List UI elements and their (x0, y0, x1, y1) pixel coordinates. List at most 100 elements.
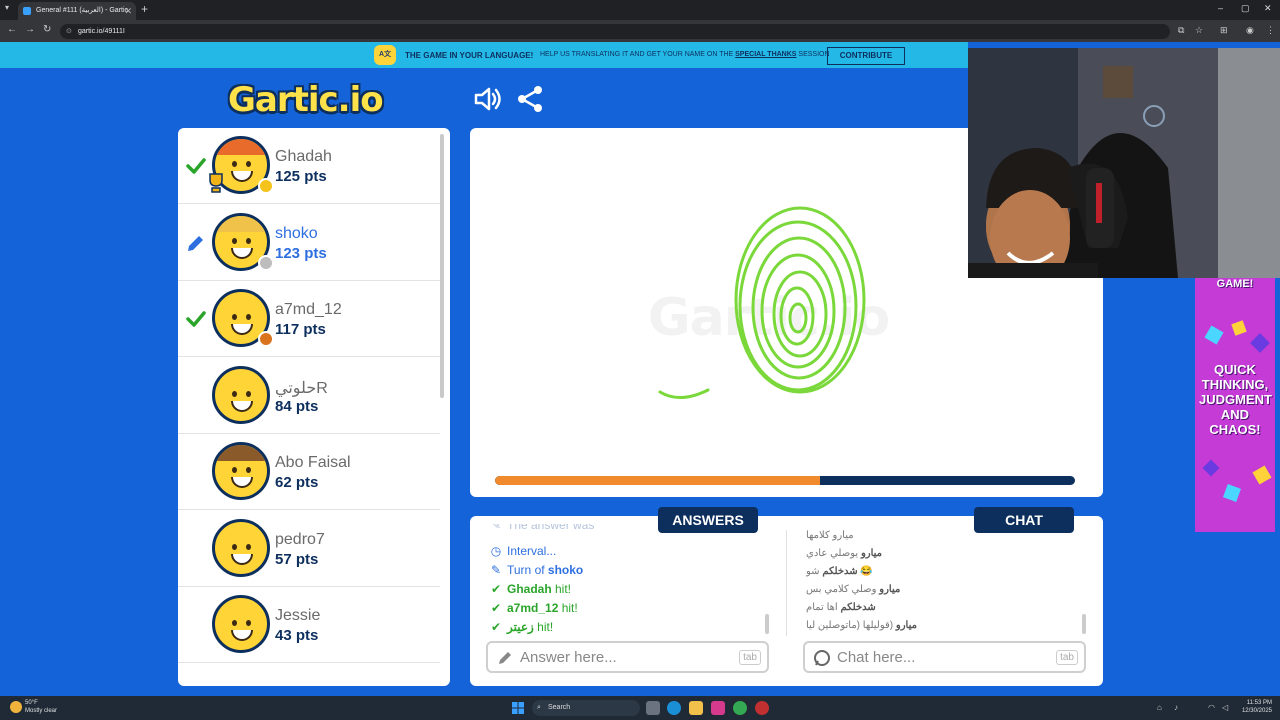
contribute-button[interactable]: CONTRIBUTE (827, 47, 905, 65)
chat-user: شدخلكم (840, 602, 876, 613)
avatar-eye (232, 237, 237, 244)
avatar-mouth (231, 477, 253, 488)
weather-icon[interactable] (10, 701, 22, 713)
browser-menu-icon[interactable]: ⋮ (1266, 25, 1275, 36)
special-thanks-link[interactable]: SPECIAL THANKS (735, 51, 796, 58)
answer-text: hit! (551, 582, 572, 596)
player-row[interactable]: Ghadah 125 pts (178, 128, 440, 204)
obs-icon[interactable] (755, 701, 769, 715)
answer-item: ✎ The answer was (489, 524, 594, 536)
install-app-icon[interactable]: ⧉ (1178, 25, 1184, 36)
round-timer-bar (495, 476, 1075, 485)
chat-user: ميارو (895, 620, 917, 631)
player-name: pedro7 (275, 530, 325, 548)
tab-title: General #111 (العربية) - Gartic (36, 7, 129, 14)
chat-scrollbar[interactable] (1082, 614, 1086, 634)
player-row[interactable]: pedro7 57 pts (178, 511, 440, 587)
answer-item: ✔ زعيتر hit! (489, 620, 553, 636)
chat-message: ميارو وصلي كلامي بس (806, 584, 900, 595)
player-row[interactable]: shoko 123 pts (178, 205, 440, 281)
forward-button[interactable]: → (25, 24, 35, 35)
weather-widget[interactable]: 50°F Mostly clear (25, 699, 57, 715)
wifi-icon[interactable]: ◠ (1208, 703, 1215, 712)
chat-user: شدخلكم (822, 566, 858, 577)
taskbar-search[interactable]: ⌕ Search (532, 700, 640, 716)
share-icon[interactable] (515, 84, 545, 114)
chrome-icon[interactable] (733, 701, 747, 715)
chat-message: ميارو (قوليلها (ماتوصلين ليا (806, 620, 917, 631)
task-view-icon[interactable] (646, 701, 660, 715)
window-close-button[interactable]: ✕ (1264, 3, 1272, 14)
chat-input[interactable] (837, 647, 1047, 667)
avatar-eye (246, 620, 251, 626)
site-info-icon[interactable]: ⊙ (66, 24, 72, 39)
edge-icon[interactable] (667, 701, 681, 715)
browser-tab[interactable]: General #111 (العربية) - Gartic ✕ (18, 2, 136, 20)
file-explorer-icon[interactable] (689, 701, 703, 715)
answer-input-box[interactable]: tab (486, 641, 769, 673)
player-name: Ghadah (275, 148, 332, 165)
pencil-icon (188, 235, 203, 251)
volume-icon[interactable]: ◁ (1222, 703, 1228, 712)
player-row[interactable]: a7md_12 117 pts (178, 281, 440, 357)
profile-icon[interactable]: ◉ (1246, 25, 1254, 36)
avatar-mouth (231, 400, 253, 412)
maximize-button[interactable]: ▢ (1241, 3, 1250, 14)
chat-input-box[interactable]: tab (803, 641, 1086, 673)
browser-tab-bar (0, 0, 1280, 20)
answer-player-name: زعيتر (507, 620, 534, 634)
extensions-icon[interactable]: ⊞ (1220, 25, 1228, 36)
back-button[interactable]: ← (7, 24, 17, 35)
player-points: 84 pts (275, 397, 319, 415)
check-icon: ✔ (490, 620, 502, 634)
player-name: Abo Faisal (275, 454, 351, 471)
avatar-eye (246, 237, 251, 244)
chat-message: شدخلكم اها تمام (806, 602, 876, 613)
chat-message: شدخلكم شو 😂 (806, 566, 873, 577)
avatar-mouth (231, 324, 253, 335)
webcam-image (968, 48, 1280, 278)
answer-item: ✎ Turn of shoko (489, 563, 583, 581)
player-points: 123 pts (275, 244, 327, 262)
sound-icon[interactable] (473, 84, 503, 114)
chat-text: يوصلي عادي (806, 548, 859, 559)
instagram-icon[interactable] (711, 701, 725, 715)
player-row[interactable]: حلوتيR 84 pts (178, 358, 440, 434)
gartic-logo[interactable]: Gartic.io (228, 80, 384, 120)
side-advertisement[interactable]: GAME! QUICK THINKING, JUDGMENT AND CHAOS… (1195, 278, 1275, 532)
chat-user: ميارو (879, 584, 901, 595)
network-icon[interactable]: ⌂ (1157, 703, 1162, 712)
answers-scrollbar[interactable] (765, 614, 769, 634)
player-name: حلوتيR (275, 379, 328, 397)
minimize-button[interactable]: – (1218, 3, 1223, 13)
pencil-icon: ✎ (490, 524, 502, 532)
new-tab-button[interactable]: + (141, 2, 148, 16)
windows-start-icon[interactable] (512, 702, 524, 714)
tab-search-icon[interactable]: ▾ (5, 3, 9, 12)
banner-headline: THE GAME IN YOUR LANGUAGE! (405, 51, 534, 60)
reload-button[interactable]: ↻ (43, 24, 51, 35)
player-row[interactable]: Abo Faisal 62 pts (178, 434, 440, 510)
status-dot (258, 178, 274, 194)
player-points: 62 pts (275, 474, 319, 491)
microphone-icon[interactable]: ♪ (1174, 703, 1178, 712)
avatar-eye (246, 161, 251, 167)
player-name: Jessie (275, 607, 321, 624)
tab-close-icon[interactable]: ✕ (124, 2, 132, 20)
avatar (212, 518, 270, 577)
clock-date: 12/30/2025 (1241, 708, 1272, 714)
avatar-eye (246, 467, 251, 473)
answer-input[interactable] (520, 647, 730, 667)
player-row[interactable]: Jessie 43 pts (178, 587, 440, 663)
url-field[interactable]: ⊙ gartic.io/49111I (60, 24, 1170, 39)
answer-item: ✔ Ghadah hit! (489, 582, 571, 600)
os-taskbar (0, 696, 1280, 720)
chat-bubble-icon (814, 650, 830, 666)
taskbar-clock[interactable]: 11:53 PM 12/30/2025 (1236, 699, 1272, 715)
webcam-overlay (968, 48, 1280, 278)
player-list-scrollbar[interactable] (440, 134, 444, 398)
chat-text: ميارو كلامها (806, 530, 854, 541)
bookmark-star-icon[interactable]: ☆ (1195, 25, 1203, 36)
status-dot (258, 331, 274, 347)
chat-text: اها تمام (806, 602, 838, 613)
